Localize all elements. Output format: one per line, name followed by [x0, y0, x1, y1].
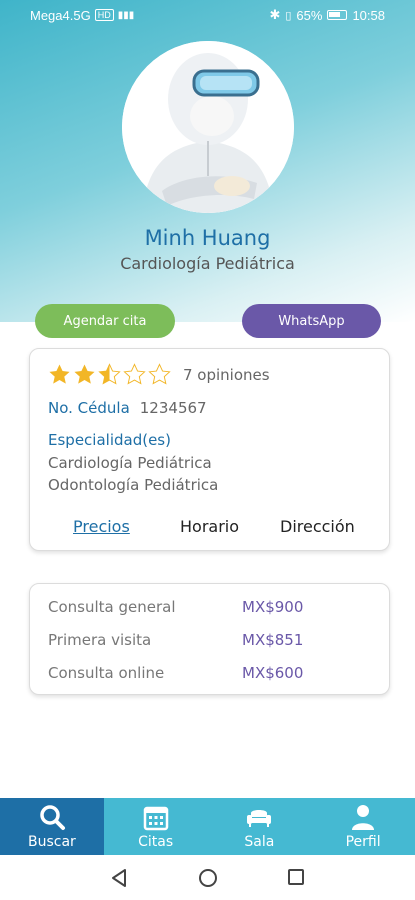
price-value: MX$851: [242, 631, 304, 649]
star-full-icon: [74, 364, 95, 384]
rating: 7 opiniones: [48, 363, 270, 386]
battery-icon: [327, 10, 348, 20]
cedula-row: No. Cédula 1234567: [48, 399, 207, 417]
nav-citas[interactable]: Citas: [104, 798, 208, 855]
status-bar: Mega4.5G HD ▮▮▮ ✱ ▯ 65% 10:58: [0, 0, 415, 30]
star-empty-icon: [148, 363, 171, 385]
price-row: Primera visita MX$851: [48, 631, 368, 649]
nav-label: Perfil: [345, 834, 381, 850]
specialties-label: Especialidad(es): [48, 431, 171, 449]
hd-badge: HD: [94, 9, 114, 21]
prices-card: Consulta general MX$900 Primera visita M…: [29, 583, 390, 695]
bottom-nav: Buscar Citas Sala Perfil: [0, 798, 415, 855]
star-full-icon: [49, 364, 70, 384]
doctor-specialty: Cardiología Pediátrica: [120, 254, 295, 273]
battery-percent: 65%: [296, 7, 323, 23]
opinions-count[interactable]: 7 opiniones: [183, 366, 270, 384]
system-nav-bar: [0, 855, 415, 900]
price-row: Consulta general MX$900: [48, 598, 368, 616]
recents-icon[interactable]: [287, 868, 305, 886]
whatsapp-button[interactable]: WhatsApp: [242, 304, 381, 338]
calendar-icon: [143, 806, 168, 831]
cedula-value: 1234567: [139, 399, 207, 417]
cedula-label: No. Cédula: [48, 399, 130, 417]
doctor-info-card: 7 opiniones No. Cédula 1234567 Especiali…: [29, 348, 390, 551]
tab-horario[interactable]: Horario: [180, 517, 239, 536]
doctor-photo: [122, 41, 294, 213]
nav-buscar[interactable]: Buscar: [0, 798, 104, 855]
search-icon: [40, 805, 65, 830]
back-icon[interactable]: [110, 868, 128, 888]
doctor-name: Minh Huang: [144, 226, 271, 250]
user-icon: [352, 805, 375, 830]
price-label: Consulta general: [48, 598, 176, 616]
star-empty-icon: [123, 363, 146, 385]
nav-sala[interactable]: Sala: [208, 798, 312, 855]
signal-icon: ▮▮▮: [117, 9, 135, 21]
tab-precios[interactable]: Precios: [73, 517, 130, 536]
nav-perfil[interactable]: Perfil: [311, 798, 415, 855]
sofa-icon: [247, 810, 272, 827]
tab-direccion[interactable]: Dirección: [280, 517, 355, 536]
price-label: Primera visita: [48, 631, 152, 649]
specialty-item: Cardiología Pediátrica: [48, 454, 212, 472]
price-value: MX$600: [242, 664, 304, 682]
clock: 10:58: [352, 7, 385, 23]
specialty-item: Odontología Pediátrica: [48, 476, 219, 494]
nav-label: Sala: [244, 834, 275, 850]
home-icon[interactable]: [198, 868, 218, 888]
nav-label: Buscar: [27, 834, 76, 850]
carrier-label: Mega4.5G: [30, 7, 91, 23]
price-row: Consulta online MX$600: [48, 664, 368, 682]
vibrate-icon: ▯: [285, 9, 292, 22]
schedule-appointment-button[interactable]: Agendar cita: [35, 304, 175, 338]
doctor-avatar: [122, 41, 294, 213]
price-value: MX$900: [242, 598, 304, 616]
star-half-icon: [98, 363, 121, 385]
price-label: Consulta online: [48, 664, 165, 682]
nav-label: Citas: [138, 834, 174, 850]
bluetooth-icon: ✱: [269, 7, 281, 22]
